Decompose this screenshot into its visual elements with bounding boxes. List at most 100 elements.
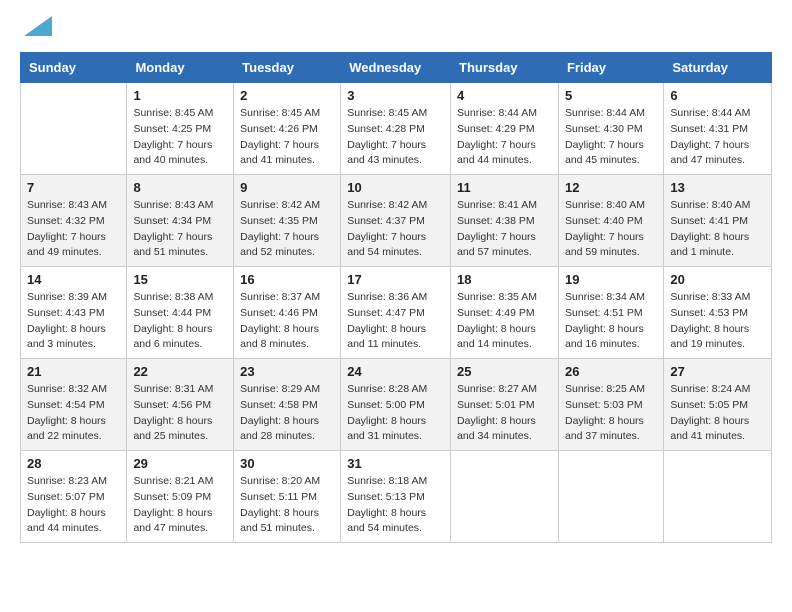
calendar-cell: 2 Sunrise: 8:45 AMSunset: 4:26 PMDaylight… — [234, 83, 341, 175]
calendar-cell: 21 Sunrise: 8:32 AMSunset: 4:54 PMDayligh… — [21, 359, 127, 451]
weekday-header-saturday: Saturday — [664, 53, 772, 83]
day-number: 5 — [565, 88, 657, 103]
day-number: 6 — [670, 88, 765, 103]
day-info: Sunrise: 8:45 AMSunset: 4:28 PMDaylight:… — [347, 106, 444, 169]
day-info: Sunrise: 8:43 AMSunset: 4:32 PMDaylight:… — [27, 198, 120, 261]
day-info: Sunrise: 8:39 AMSunset: 4:43 PMDaylight:… — [27, 290, 120, 353]
calendar-cell: 9 Sunrise: 8:42 AMSunset: 4:35 PMDaylight… — [234, 175, 341, 267]
day-info: Sunrise: 8:32 AMSunset: 4:54 PMDaylight:… — [27, 382, 120, 445]
calendar-cell: 3 Sunrise: 8:45 AMSunset: 4:28 PMDaylight… — [341, 83, 451, 175]
calendar-cell: 19 Sunrise: 8:34 AMSunset: 4:51 PMDayligh… — [558, 267, 663, 359]
day-info: Sunrise: 8:42 AMSunset: 4:35 PMDaylight:… — [240, 198, 334, 261]
day-info: Sunrise: 8:25 AMSunset: 5:03 PMDaylight:… — [565, 382, 657, 445]
calendar-week-row: 7 Sunrise: 8:43 AMSunset: 4:32 PMDaylight… — [21, 175, 772, 267]
calendar-cell: 30Sunrise: 8:20 AMSunset: 5:11 PMDayligh… — [234, 451, 341, 543]
day-info: Sunrise: 8:38 AMSunset: 4:44 PMDaylight:… — [133, 290, 227, 353]
logo-icon — [24, 16, 52, 36]
calendar-cell: 12 Sunrise: 8:40 AMSunset: 4:40 PMDayligh… — [558, 175, 663, 267]
page: SundayMondayTuesdayWednesdayThursdayFrid… — [0, 0, 792, 559]
day-number: 20 — [670, 272, 765, 287]
calendar-cell: 11 Sunrise: 8:41 AMSunset: 4:38 PMDayligh… — [451, 175, 559, 267]
calendar-cell — [664, 451, 772, 543]
day-number: 24 — [347, 364, 444, 379]
calendar-cell: 17Sunrise: 8:36 AMSunset: 4:47 PMDayligh… — [341, 267, 451, 359]
day-info: Sunrise: 8:45 AMSunset: 4:25 PMDaylight:… — [133, 106, 227, 169]
day-info: Sunrise: 8:42 AMSunset: 4:37 PMDaylight:… — [347, 198, 444, 261]
calendar-cell — [451, 451, 559, 543]
calendar-table: SundayMondayTuesdayWednesdayThursdayFrid… — [20, 52, 772, 543]
calendar-week-row: 21 Sunrise: 8:32 AMSunset: 4:54 PMDayligh… — [21, 359, 772, 451]
weekday-header-tuesday: Tuesday — [234, 53, 341, 83]
calendar-cell: 1 Sunrise: 8:45 AMSunset: 4:25 PMDaylight… — [127, 83, 234, 175]
day-number: 13 — [670, 180, 765, 195]
calendar-cell: 8 Sunrise: 8:43 AMSunset: 4:34 PMDaylight… — [127, 175, 234, 267]
calendar-cell: 4Sunrise: 8:44 AMSunset: 4:29 PMDaylight… — [451, 83, 559, 175]
day-info: Sunrise: 8:36 AMSunset: 4:47 PMDaylight:… — [347, 290, 444, 353]
day-number: 11 — [457, 180, 552, 195]
day-info: Sunrise: 8:31 AMSunset: 4:56 PMDaylight:… — [133, 382, 227, 445]
day-info: Sunrise: 8:28 AMSunset: 5:00 PMDaylight:… — [347, 382, 444, 445]
calendar-week-row: 1 Sunrise: 8:45 AMSunset: 4:25 PMDaylight… — [21, 83, 772, 175]
day-info: Sunrise: 8:27 AMSunset: 5:01 PMDaylight:… — [457, 382, 552, 445]
calendar-cell: 13 Sunrise: 8:40 AMSunset: 4:41 PMDayligh… — [664, 175, 772, 267]
day-info: Sunrise: 8:35 AMSunset: 4:49 PMDaylight:… — [457, 290, 552, 353]
day-info: Sunrise: 8:43 AMSunset: 4:34 PMDaylight:… — [133, 198, 227, 261]
weekday-header-sunday: Sunday — [21, 53, 127, 83]
calendar-cell: 25 Sunrise: 8:27 AMSunset: 5:01 PMDayligh… — [451, 359, 559, 451]
calendar-cell: 27Sunrise: 8:24 AMSunset: 5:05 PMDayligh… — [664, 359, 772, 451]
calendar-week-row: 14 Sunrise: 8:39 AMSunset: 4:43 PMDayligh… — [21, 267, 772, 359]
day-number: 10 — [347, 180, 444, 195]
calendar-cell: 10 Sunrise: 8:42 AMSunset: 4:37 PMDayligh… — [341, 175, 451, 267]
weekday-header-thursday: Thursday — [451, 53, 559, 83]
day-info: Sunrise: 8:44 AMSunset: 4:30 PMDaylight:… — [565, 106, 657, 169]
day-number: 4 — [457, 88, 552, 103]
day-number: 19 — [565, 272, 657, 287]
day-number: 26 — [565, 364, 657, 379]
day-info: Sunrise: 8:34 AMSunset: 4:51 PMDaylight:… — [565, 290, 657, 353]
day-number: 18 — [457, 272, 552, 287]
day-number: 7 — [27, 180, 120, 195]
day-info: Sunrise: 8:37 AMSunset: 4:46 PMDaylight:… — [240, 290, 334, 353]
weekday-header-row: SundayMondayTuesdayWednesdayThursdayFrid… — [21, 53, 772, 83]
day-number: 14 — [27, 272, 120, 287]
weekday-header-friday: Friday — [558, 53, 663, 83]
day-number: 12 — [565, 180, 657, 195]
calendar-cell: 26 Sunrise: 8:25 AMSunset: 5:03 PMDayligh… — [558, 359, 663, 451]
calendar-cell: 5 Sunrise: 8:44 AMSunset: 4:30 PMDaylight… — [558, 83, 663, 175]
calendar-cell: 22Sunrise: 8:31 AMSunset: 4:56 PMDayligh… — [127, 359, 234, 451]
day-info: Sunrise: 8:40 AMSunset: 4:40 PMDaylight:… — [565, 198, 657, 261]
calendar-week-row: 28 Sunrise: 8:23 AMSunset: 5:07 PMDayligh… — [21, 451, 772, 543]
day-number: 29 — [133, 456, 227, 471]
calendar-cell: 15 Sunrise: 8:38 AMSunset: 4:44 PMDayligh… — [127, 267, 234, 359]
header — [20, 16, 772, 42]
calendar-cell: 14 Sunrise: 8:39 AMSunset: 4:43 PMDayligh… — [21, 267, 127, 359]
day-number: 1 — [133, 88, 227, 103]
day-info: Sunrise: 8:44 AMSunset: 4:31 PMDaylight:… — [670, 106, 765, 169]
calendar-cell: 24 Sunrise: 8:28 AMSunset: 5:00 PMDayligh… — [341, 359, 451, 451]
day-number: 3 — [347, 88, 444, 103]
day-number: 25 — [457, 364, 552, 379]
day-info: Sunrise: 8:23 AMSunset: 5:07 PMDaylight:… — [27, 474, 120, 537]
day-info: Sunrise: 8:40 AMSunset: 4:41 PMDaylight:… — [670, 198, 765, 261]
day-number: 2 — [240, 88, 334, 103]
calendar-cell: 29Sunrise: 8:21 AMSunset: 5:09 PMDayligh… — [127, 451, 234, 543]
day-number: 23 — [240, 364, 334, 379]
weekday-header-monday: Monday — [127, 53, 234, 83]
day-number: 28 — [27, 456, 120, 471]
day-number: 8 — [133, 180, 227, 195]
logo — [20, 16, 52, 42]
calendar-cell: 23 Sunrise: 8:29 AMSunset: 4:58 PMDayligh… — [234, 359, 341, 451]
day-info: Sunrise: 8:24 AMSunset: 5:05 PMDaylight:… — [670, 382, 765, 445]
calendar-cell: 28 Sunrise: 8:23 AMSunset: 5:07 PMDayligh… — [21, 451, 127, 543]
day-number: 15 — [133, 272, 227, 287]
day-info: Sunrise: 8:45 AMSunset: 4:26 PMDaylight:… — [240, 106, 334, 169]
calendar-cell: 31Sunrise: 8:18 AMSunset: 5:13 PMDayligh… — [341, 451, 451, 543]
calendar-cell: 7 Sunrise: 8:43 AMSunset: 4:32 PMDaylight… — [21, 175, 127, 267]
day-info: Sunrise: 8:29 AMSunset: 4:58 PMDaylight:… — [240, 382, 334, 445]
calendar-cell: 16Sunrise: 8:37 AMSunset: 4:46 PMDayligh… — [234, 267, 341, 359]
day-number: 9 — [240, 180, 334, 195]
day-info: Sunrise: 8:41 AMSunset: 4:38 PMDaylight:… — [457, 198, 552, 261]
day-number: 30 — [240, 456, 334, 471]
day-number: 21 — [27, 364, 120, 379]
day-number: 31 — [347, 456, 444, 471]
